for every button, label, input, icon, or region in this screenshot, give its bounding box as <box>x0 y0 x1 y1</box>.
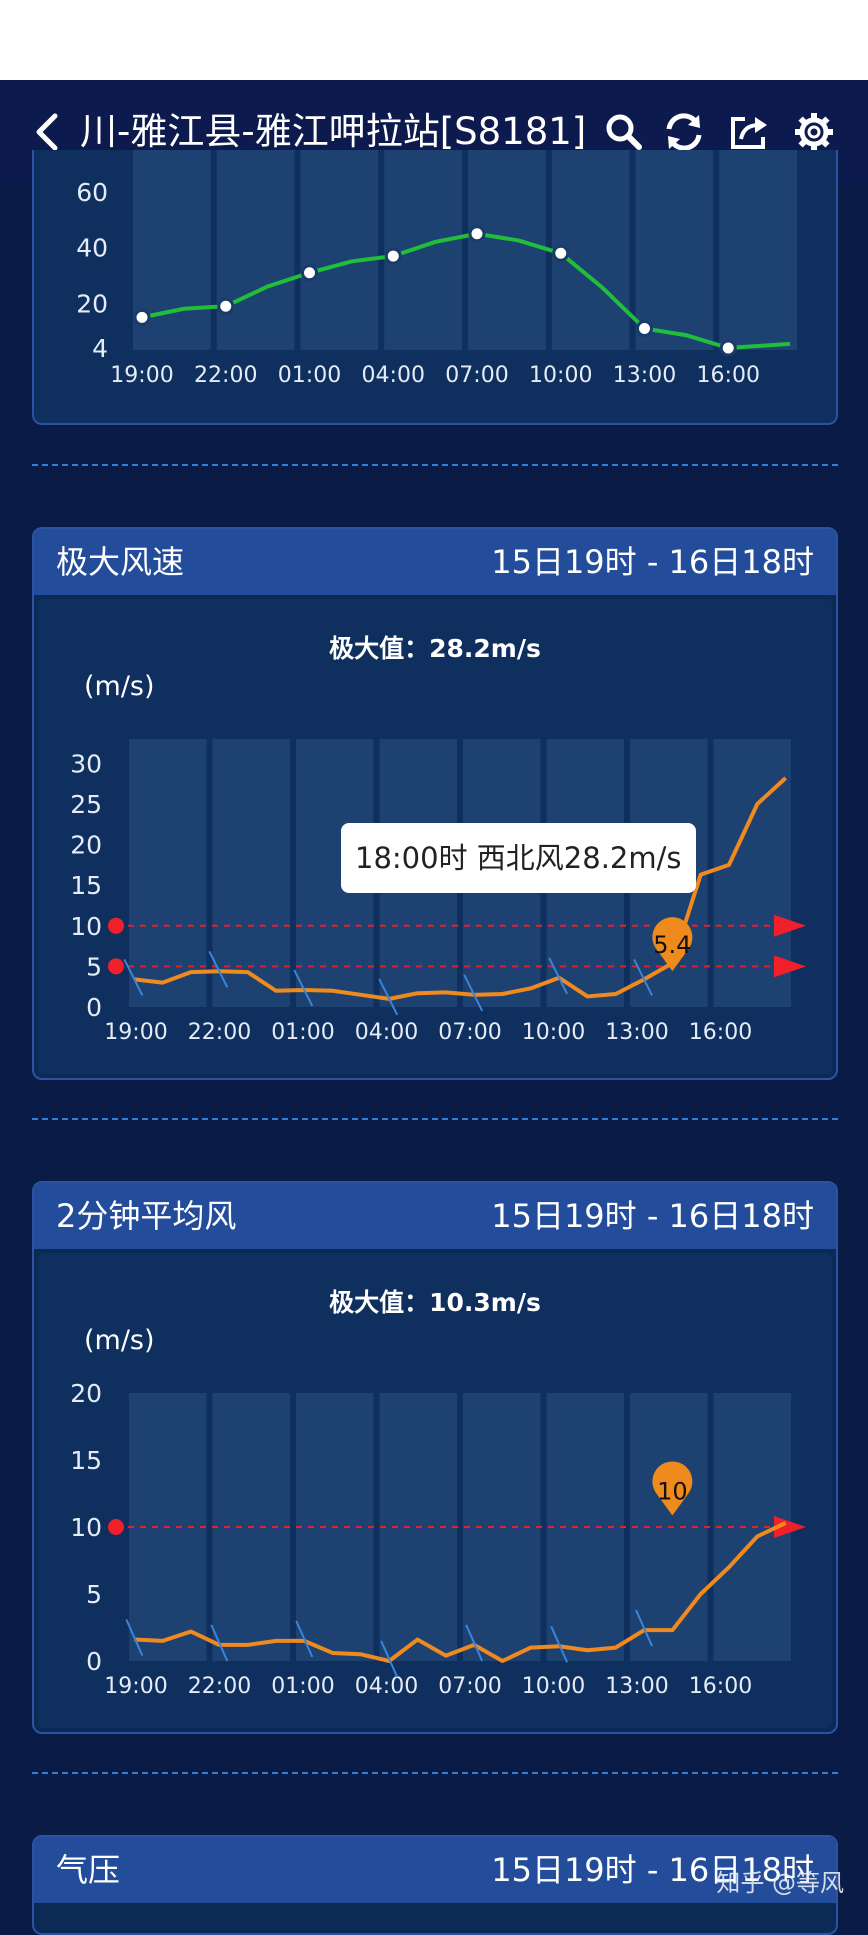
x-tick-label: 10:00 <box>522 1020 585 1045</box>
data-point <box>133 308 151 326</box>
refresh-button[interactable] <box>662 110 706 154</box>
data-point <box>636 320 653 337</box>
x-tick-label: 04:00 <box>355 1674 418 1699</box>
plot-band <box>216 150 295 350</box>
search-icon <box>606 114 642 150</box>
x-tick-label: 16:00 <box>689 1674 752 1699</box>
gust-tooltip: 18:00时 西北风28.2m/s <box>341 823 696 893</box>
y-tick-label: 20 <box>76 289 108 318</box>
data-point <box>217 297 235 315</box>
humidity-chart: 19:00 22:00 01:00 04:00 07:00 10:00 13:00 16:00… <box>76 150 797 388</box>
plot-band <box>635 150 714 350</box>
avg-wind-chart: 19:00 22:00 01:00 04:00 07:00 10:00 13:00 16:00… <box>70 1379 806 1699</box>
pressure-panel-title: 气压 <box>56 1851 121 1889</box>
back-button[interactable] <box>26 110 66 154</box>
humidity-panel: 19:00 22:00 01:00 04:00 07:00 10:00 13:00 16:00… <box>32 150 838 425</box>
threshold-dot <box>108 958 124 975</box>
gust-panel-title: 极大风速 <box>56 543 185 581</box>
x-tick-label: 22:00 <box>188 1674 251 1699</box>
y-tick-label: 0 <box>86 993 102 1022</box>
y-tick-label: 4 <box>92 334 108 363</box>
x-tick-label: 07:00 <box>445 363 508 388</box>
data-point <box>468 225 486 243</box>
threshold-dot <box>108 917 124 934</box>
y-tick-label: 40 <box>76 234 108 263</box>
x-tick-label: 16:00 <box>697 363 760 388</box>
x-tick-label: 13:00 <box>605 1674 668 1699</box>
x-tick-label: 19:00 <box>104 1674 167 1699</box>
status-bar <box>0 0 868 80</box>
y-tick-label: 60 <box>76 178 108 207</box>
gust-panel-range: 15日19时 - 16日18时 <box>491 543 814 581</box>
section-divider <box>32 464 838 466</box>
gear-icon <box>795 113 833 151</box>
y-tick-label: 25 <box>70 790 102 819</box>
x-tick-label: 19:00 <box>110 363 173 388</box>
avg-panel-title: 2分钟平均风 <box>56 1197 237 1235</box>
marker-value: 5.4 <box>653 931 691 959</box>
data-point <box>719 339 737 357</box>
plot-band <box>719 150 797 350</box>
x-tick-label: 10:00 <box>529 363 592 388</box>
y-tick-label: 5 <box>86 1580 102 1609</box>
x-tick-label: 10:00 <box>522 1674 585 1699</box>
x-tick-label: 01:00 <box>278 363 341 388</box>
settings-button[interactable] <box>792 110 836 154</box>
x-tick-label: 13:00 <box>605 1020 668 1045</box>
x-tick-label: 07:00 <box>438 1674 501 1699</box>
data-point <box>552 244 570 262</box>
share-button[interactable] <box>726 110 770 154</box>
x-tick-label: 01:00 <box>271 1674 334 1699</box>
section-divider <box>32 1118 838 1120</box>
section-divider <box>32 1772 838 1774</box>
back-arrow-icon <box>36 113 58 151</box>
x-tick-label: 19:00 <box>104 1020 167 1045</box>
y-tick-label: 20 <box>70 831 102 860</box>
y-tick-label: 15 <box>70 1446 102 1475</box>
x-tick-label: 22:00 <box>194 363 257 388</box>
share-icon <box>731 117 767 149</box>
y-tick-label: 30 <box>70 749 102 778</box>
y-tick-label: 0 <box>86 1647 102 1676</box>
plot-band <box>300 150 379 350</box>
avg-wind-panel: 2分钟平均风 15日19时 - 16日18时 极大值：10.3m/s (m/s)… <box>32 1181 838 1734</box>
y-tick-label: 10 <box>70 1513 102 1542</box>
search-button[interactable] <box>602 110 646 154</box>
avg-panel-header: 2分钟平均风 15日19时 - 16日18时 <box>34 1183 836 1249</box>
x-tick-label: 16:00 <box>689 1020 752 1045</box>
data-point <box>301 264 318 282</box>
threshold-dot <box>108 1519 124 1535</box>
x-tick-label: 01:00 <box>271 1020 334 1045</box>
x-tick-label: 07:00 <box>438 1020 501 1045</box>
x-tick-label: 22:00 <box>188 1020 251 1045</box>
avg-panel-range: 15日19时 - 16日18时 <box>491 1197 814 1235</box>
x-tick-label: 04:00 <box>355 1020 418 1045</box>
data-point <box>384 247 402 265</box>
x-tick-label: 13:00 <box>613 363 676 388</box>
y-tick-label: 5 <box>86 952 102 981</box>
watermark: 知乎 @等风 <box>716 1869 844 1897</box>
x-tick-label: 04:00 <box>362 363 425 388</box>
gust-panel: 极大风速 15日19时 - 16日18时 极大值：28.2m/s (m/s) 1… <box>32 527 838 1080</box>
y-tick-label: 10 <box>70 912 102 941</box>
gust-panel-header: 极大风速 15日19时 - 16日18时 <box>34 529 836 595</box>
marker-value: 10 <box>657 1477 688 1505</box>
y-tick-label: 15 <box>70 871 102 900</box>
refresh-icon <box>666 113 702 151</box>
plot-band <box>468 150 546 350</box>
y-tick-label: 20 <box>70 1379 102 1408</box>
